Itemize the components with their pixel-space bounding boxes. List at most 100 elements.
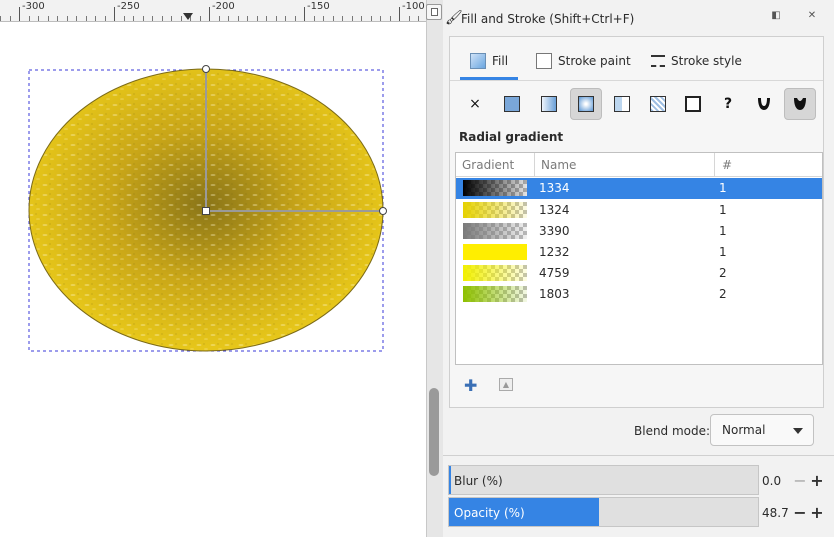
gradient-table-header: Gradient Name # — [456, 153, 822, 177]
ruler-tick — [399, 7, 400, 21]
ruler-tick — [228, 16, 229, 21]
tab-stroke-style[interactable]: Stroke style — [651, 45, 742, 77]
column-header-count[interactable]: # — [722, 158, 732, 172]
table-row[interactable]: 3390 1 — [456, 221, 822, 242]
ruler-tick — [181, 16, 182, 21]
blur-increment-button[interactable]: + — [809, 471, 825, 490]
ruler-tick — [295, 16, 296, 21]
table-row[interactable]: 1803 2 — [456, 284, 822, 305]
ruler-tick — [0, 16, 1, 21]
canvas-lock-icon[interactable] — [426, 4, 442, 20]
flat-color-button[interactable] — [496, 88, 528, 120]
ruler-label: -150 — [307, 1, 330, 12]
ruler-tick — [276, 16, 277, 21]
opacity-label: Opacity (%) — [454, 506, 525, 520]
gradient-name: 1232 — [539, 245, 570, 259]
blur-slider[interactable]: Blur (%) — [448, 465, 759, 495]
gradient-usage-count: 1 — [719, 245, 727, 259]
ruler-tick — [76, 16, 77, 21]
flat-color-icon — [504, 96, 520, 112]
ruler-position-marker — [183, 13, 193, 20]
ruler-tick — [247, 16, 248, 21]
blur-decrement-button[interactable]: − — [792, 471, 808, 490]
gradient-usage-count: 1 — [719, 203, 727, 217]
ruler-tick — [352, 16, 353, 21]
gradient-swatch — [463, 202, 527, 218]
question-icon: ? — [723, 96, 733, 112]
gradient-radius-handle-right[interactable] — [379, 207, 387, 215]
column-header-name[interactable]: Name — [541, 158, 576, 172]
ruler-tick — [57, 16, 58, 21]
gradient-swatch — [463, 180, 527, 196]
tab-stroke-paint[interactable]: Stroke paint — [536, 45, 631, 77]
vertical-scrollbar-thumb[interactable] — [429, 388, 439, 476]
ruler-tick — [162, 16, 163, 21]
table-row[interactable]: 4759 2 — [456, 263, 822, 284]
ruler-tick — [29, 16, 30, 21]
ruler-tick — [342, 16, 343, 21]
fill-rule-nonzero-button[interactable] — [784, 88, 816, 120]
opacity-value[interactable]: 48.7 — [762, 506, 789, 520]
ruler-tick — [105, 16, 106, 21]
dock-collapse-icon[interactable]: ◧ — [769, 9, 783, 23]
drawing-canvas[interactable] — [0, 22, 426, 537]
opacity-increment-button[interactable]: + — [809, 503, 825, 522]
mesh-gradient-button[interactable] — [606, 88, 638, 120]
ruler-tick — [143, 16, 144, 21]
gradient-list[interactable]: Gradient Name # 1334 1 1324 1 3390 1 123… — [455, 152, 823, 365]
table-row[interactable]: 1232 1 — [456, 242, 822, 263]
gradient-center-handle[interactable] — [202, 207, 210, 215]
ruler-tick — [238, 16, 239, 21]
ruler-tick — [19, 7, 20, 21]
blur-value[interactable]: 0.0 — [762, 474, 781, 488]
ruler-tick — [200, 16, 201, 21]
tab-divider — [450, 80, 823, 81]
ruler-tick — [361, 16, 362, 21]
linear-gradient-icon — [541, 96, 557, 112]
gradient-radius-handle-top[interactable] — [202, 65, 210, 73]
gradient-name: 1334 — [539, 181, 570, 195]
ruler-label: -100 — [402, 1, 425, 12]
opacity-slider[interactable]: Opacity (%) — [448, 497, 759, 527]
delete-gradient-icon[interactable]: ▲ — [499, 378, 513, 391]
tab-label: Fill — [492, 54, 509, 68]
linear-gradient-button[interactable] — [533, 88, 565, 120]
tab-label: Stroke paint — [558, 54, 631, 68]
gradient-name: 1324 — [539, 203, 570, 217]
fill-rule-evenodd-button[interactable] — [748, 88, 780, 120]
gradient-usage-count: 2 — [719, 266, 727, 280]
mesh-gradient-icon — [614, 96, 630, 112]
dialog-header: 🖌 Fill and Stroke (Shift+Ctrl+F) ◧ ✕ — [443, 0, 834, 33]
gradient-usage-count: 2 — [719, 287, 727, 301]
ruler-tick — [409, 16, 410, 21]
swatch-button[interactable] — [677, 88, 709, 120]
gradient-swatch — [463, 223, 527, 239]
fill-panel: Fill Stroke paint Stroke style × ? Radia… — [449, 36, 824, 408]
radial-gradient-button[interactable] — [570, 88, 602, 120]
column-header-gradient[interactable]: Gradient — [462, 158, 514, 172]
ruler-label: -200 — [212, 1, 235, 12]
tab-fill[interactable]: Fill — [459, 45, 519, 80]
ruler-tick — [38, 16, 39, 21]
close-icon[interactable]: ✕ — [805, 9, 819, 23]
ruler-tick — [333, 16, 334, 21]
unset-paint-button[interactable]: ? — [712, 88, 744, 120]
ruler-tick — [418, 16, 419, 21]
ruler-tick — [209, 7, 210, 21]
ruler-tick — [86, 16, 87, 21]
divider — [443, 455, 834, 456]
gradient-name: 1803 — [539, 287, 570, 301]
gradient-swatch — [463, 286, 527, 302]
no-paint-button[interactable]: × — [459, 88, 491, 120]
tab-label: Stroke style — [671, 54, 742, 68]
add-gradient-icon[interactable]: ✚ — [464, 376, 477, 395]
table-row[interactable]: 1324 1 — [456, 200, 822, 221]
blend-mode-select[interactable]: Normal — [710, 414, 814, 446]
pattern-button[interactable] — [642, 88, 674, 120]
dialog-title: Fill and Stroke (Shift+Ctrl+F) — [461, 12, 635, 26]
table-row[interactable]: 1334 1 — [456, 178, 822, 199]
ruler-tick — [323, 16, 324, 21]
opacity-decrement-button[interactable]: − — [792, 503, 808, 522]
evenodd-icon — [758, 98, 770, 110]
column-separator — [714, 153, 715, 176]
